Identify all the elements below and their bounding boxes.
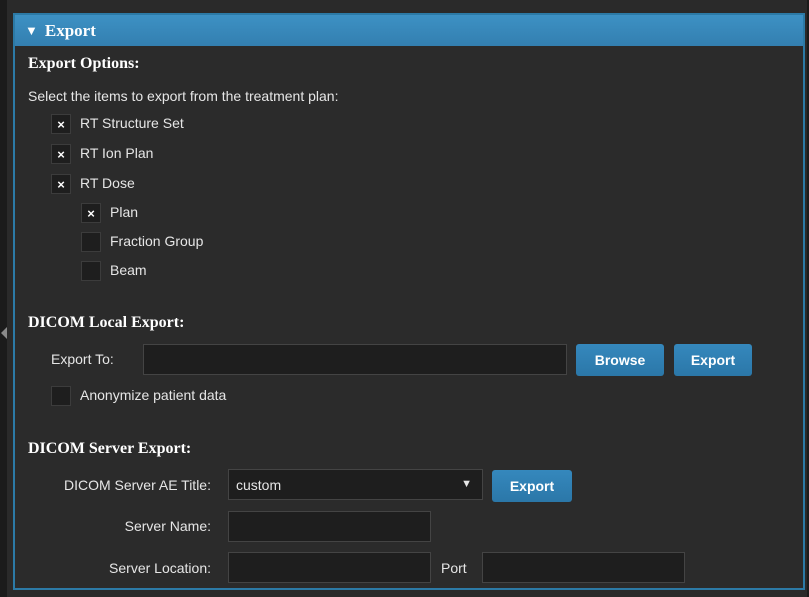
local-export-heading: DICOM Local Export:: [28, 314, 185, 331]
ae-title-label: DICOM Server AE Title:: [63, 477, 211, 493]
check-icon: ×: [57, 146, 65, 162]
export-options-heading: Export Options:: [28, 55, 140, 72]
export-to-label: Export To:: [51, 351, 114, 367]
plan-checkbox[interactable]: ×: [81, 203, 101, 223]
rt-ion-plan-checkbox[interactable]: ×: [51, 144, 71, 164]
server-location-input[interactable]: [228, 552, 431, 583]
anonymize-checkbox[interactable]: [51, 386, 71, 406]
export-options-instructions: Select the items to export from the trea…: [28, 88, 339, 104]
local-export-button[interactable]: Export: [674, 344, 752, 376]
server-name-label: Server Name:: [124, 518, 211, 534]
anonymize-label: Anonymize patient data: [80, 387, 227, 403]
dropdown-arrow-icon: ▼: [461, 478, 472, 490]
export-panel: ▼ Export Export Options: Select the item…: [13, 13, 805, 590]
plan-label: Plan: [110, 204, 139, 220]
rt-dose-checkbox[interactable]: ×: [51, 174, 71, 194]
check-icon: ×: [57, 176, 65, 192]
browse-button[interactable]: Browse: [576, 344, 664, 376]
export-to-input[interactable]: [143, 344, 567, 375]
rt-structure-set-label: RT Structure Set: [80, 115, 184, 131]
beam-checkbox[interactable]: [81, 261, 101, 281]
fraction-group-checkbox[interactable]: [81, 232, 101, 252]
ae-title-value: custom: [236, 477, 282, 493]
rt-dose-label: RT Dose: [80, 175, 135, 191]
check-icon: ×: [57, 116, 65, 132]
ae-title-select[interactable]: custom ▼: [228, 469, 483, 500]
server-export-button[interactable]: Export: [492, 470, 572, 502]
port-input[interactable]: [482, 552, 685, 583]
rt-ion-plan-label: RT Ion Plan: [80, 145, 154, 161]
side-collapse-handle-icon[interactable]: [1, 327, 7, 339]
triangle-down-icon: ▼: [25, 23, 38, 38]
server-export-heading: DICOM Server Export:: [28, 440, 192, 457]
fraction-group-label: Fraction Group: [110, 233, 204, 249]
port-label: Port: [441, 560, 467, 576]
beam-label: Beam: [110, 262, 147, 278]
panel-title: Export: [44, 20, 96, 40]
rt-structure-set-checkbox[interactable]: ×: [51, 114, 71, 134]
server-location-label: Server Location:: [109, 560, 211, 576]
check-icon: ×: [87, 205, 95, 221]
export-panel-header[interactable]: ▼ Export: [15, 15, 803, 46]
server-name-input[interactable]: [228, 511, 431, 542]
